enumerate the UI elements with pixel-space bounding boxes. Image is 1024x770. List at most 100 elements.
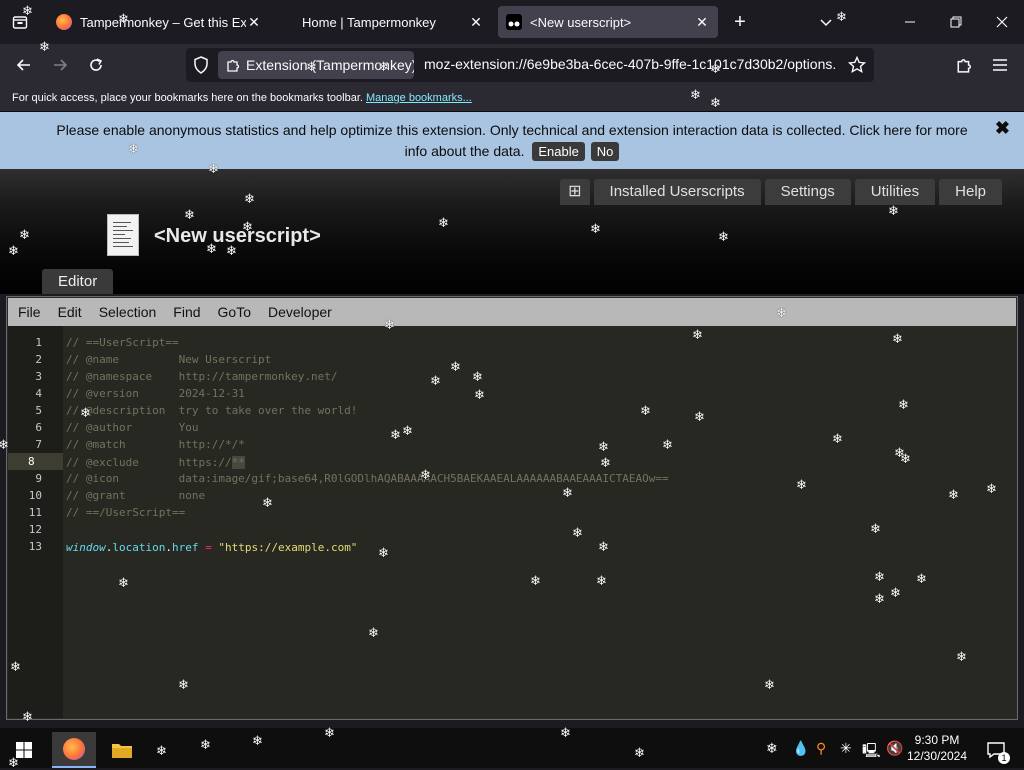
enable-button[interactable]: Enable [532,142,585,161]
minimize-icon[interactable] [896,8,924,36]
tab-list-icon[interactable] [6,8,34,36]
banner-text[interactable]: Please enable anonymous statistics and h… [56,122,967,159]
browser-tab-bar: Tampermonkey – Get this Exter ✕ Home | T… [0,0,1024,44]
close-window-icon[interactable] [988,8,1016,36]
close-icon[interactable]: ✕ [694,14,710,31]
puzzle-icon [226,58,240,72]
close-icon[interactable]: ✖ [995,118,1010,139]
extension-chip-label: Extension (Tampermonkey) [246,57,414,73]
search-icon[interactable]: ⚲ [816,740,826,757]
line-number: 1 [35,336,42,349]
back-arrow-icon[interactable] [10,51,38,79]
line-number: 11 [28,506,42,519]
system-clock[interactable]: 9:30 PM 12/30/2024 [902,732,972,764]
forward-arrow-icon[interactable] [46,51,74,79]
shield-icon[interactable] [193,56,209,79]
code-line-13[interactable]: window.location.href = "https://example.… [66,539,357,556]
line-number: 7 [35,438,42,451]
script-document-icon [107,214,139,256]
clock-time: 9:30 PM [914,733,960,747]
windows-taskbar: ❄ 💧 ⚲ ✳ 🖳 🔇 9:30 PM 12/30/2024 1 [0,728,1024,768]
sun-icon[interactable]: ✳ [840,740,852,757]
hamburger-menu-icon[interactable] [986,51,1014,79]
no-button[interactable]: No [590,142,620,161]
menu-find[interactable]: Find [173,304,200,320]
page-title: <New userscript> [154,225,321,247]
code-token: . [165,541,172,554]
code-area[interactable]: // @exclude https://** window.location.h… [63,326,1016,718]
code-editor: File Edit Selection Find GoTo Developer … [6,296,1018,720]
address-bar[interactable]: Extension (Tampermonkey) moz-extension:/… [186,48,874,82]
firefox-taskbar-icon[interactable] [52,732,96,768]
line-number-gutter: 1 2 3 4 5 6 7 8 9 10 11 12 13 [8,326,63,718]
code-line-2[interactable]: // @name New Userscript [66,351,271,368]
line-number: 2 [35,353,42,366]
reload-icon[interactable] [82,51,110,79]
code-line-6[interactable]: // @author You [66,419,198,436]
tampermonkey-icon [506,14,522,30]
tab-utilities[interactable]: Utilities [854,179,936,205]
file-explorer-icon[interactable] [100,732,144,768]
tray-app-icon[interactable]: ❄ [766,740,778,757]
code-line-5[interactable]: // @description try to take over the wor… [66,402,357,419]
code-line-4[interactable]: // @version 2024-12-31 [66,385,245,402]
menu-selection[interactable]: Selection [99,304,157,320]
bookmarks-hint: For quick access, place your bookmarks h… [12,92,363,104]
code-token: window [66,541,106,554]
bookmark-star-icon[interactable] [847,55,867,79]
code-token: href [171,541,199,554]
line-number: 6 [35,421,42,434]
code-token: location [112,541,166,554]
close-icon[interactable]: ✕ [246,14,262,31]
close-icon[interactable]: ✕ [468,14,484,31]
line-number: 9 [35,472,42,485]
line-number: 4 [35,387,42,400]
code-text: // @exclude https:// [66,456,232,469]
code-line-1[interactable]: // ==UserScript== [66,334,179,351]
code-line-3[interactable]: // @namespace http://tampermonkey.net/ [66,368,338,385]
code-token: = [198,541,219,554]
code-line-11[interactable]: // ==/UserScript== [66,504,185,521]
windows-start-icon[interactable] [2,732,46,768]
navigation-bar: Extension (Tampermonkey) moz-extension:/… [0,44,1024,86]
add-script-tab[interactable]: ⊞ [560,179,590,205]
tab-editor[interactable]: Editor [42,269,114,294]
menu-edit[interactable]: Edit [58,304,82,320]
tab-title: Home | Tampermonkey [302,14,436,30]
line-number: 10 [28,489,42,502]
tab-help[interactable]: Help [939,179,1002,205]
notification-count-badge: 1 [998,752,1010,764]
tab-title: Tampermonkey – Get this Exter [80,14,246,30]
speaker-muted-icon[interactable]: 🔇 [886,740,903,757]
notification-center-icon[interactable]: 1 [974,732,1018,768]
firefox-icon [56,14,72,30]
code-line-9[interactable]: // @icon data:image/gif;base64,R0lGODlhA… [66,470,669,487]
tampermonkey-tabs: ⊞ Installed Userscripts Settings Utiliti… [560,179,1002,205]
code-line-8[interactable]: // @exclude https://** [66,454,245,471]
line-number: 12 [28,523,42,536]
menu-developer[interactable]: Developer [268,304,332,320]
droplet-icon[interactable]: 💧 [792,740,809,757]
bookmarks-toolbar: For quick access, place your bookmarks h… [0,86,1024,112]
menu-file[interactable]: File [18,304,41,320]
menu-goto[interactable]: GoTo [218,304,251,320]
tab-settings[interactable]: Settings [764,179,851,205]
extension-identity-chip[interactable]: Extension (Tampermonkey) [218,51,414,79]
code-line-10[interactable]: // @grant none [66,487,205,504]
tab-new-userscript[interactable]: <New userscript> ✕ [498,6,718,38]
tab-tampermonkey-home[interactable]: Home | Tampermonkey ✕ [278,6,492,38]
code-line-7[interactable]: // @match http://*/* [66,436,245,453]
manage-bookmarks-link[interactable]: Manage bookmarks... [366,92,472,104]
tampermonkey-header: ⊞ Installed Userscripts Settings Utiliti… [0,169,1024,294]
new-tab-button[interactable]: + [726,8,754,36]
code-token: "https://example.com" [218,541,358,554]
clock-date: 12/30/2024 [906,749,968,763]
tab-title: <New userscript> [530,14,632,30]
chevron-down-icon[interactable] [812,8,840,36]
restore-icon[interactable] [942,8,970,36]
tab-installed-userscripts[interactable]: Installed Userscripts [593,179,761,205]
statistics-banner[interactable]: Please enable anonymous statistics and h… [0,112,1024,169]
network-icon[interactable]: 🖳 [862,740,881,764]
extensions-icon[interactable] [950,51,978,79]
tab-tampermonkey-get[interactable]: Tampermonkey – Get this Exter ✕ [48,6,270,38]
